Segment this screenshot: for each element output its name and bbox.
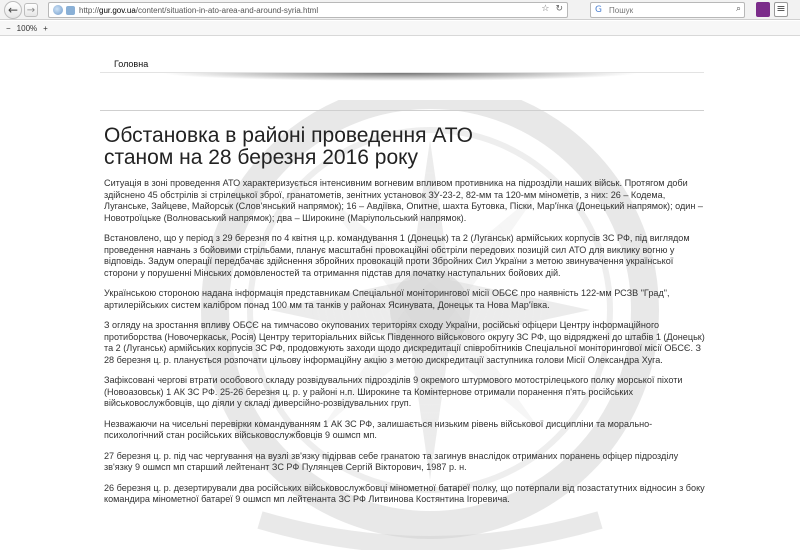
search-input[interactable]: Пошук — [609, 6, 633, 15]
article-paragraph: 27 березня ц. р. під час чергування на в… — [104, 450, 679, 473]
article-paragraph: З огляду на зростання впливу ОБСЄ на тим… — [104, 320, 705, 365]
article-paragraph: Українською стороною надана інформація п… — [104, 288, 670, 310]
article-body: Ситуація в зоні проведення АТО характери… — [104, 178, 706, 515]
reload-icon[interactable]: ↻ — [555, 4, 563, 14]
zoom-level: 100% — [16, 23, 38, 33]
back-arrow-icon: ← — [7, 2, 19, 17]
zoom-out-icon[interactable]: − — [6, 24, 11, 33]
title-line-2: станом на 28 березня 2016 року — [104, 146, 419, 169]
search-icon[interactable]: ⌕ — [736, 4, 741, 14]
menu-shadow — [160, 73, 640, 81]
globe-icon — [53, 5, 63, 15]
article-paragraph: Незважаючи на чисельні перевірки команду… — [104, 418, 653, 441]
forward-arrow-icon: → — [26, 4, 36, 16]
search-engine-icon[interactable]: G — [595, 5, 605, 15]
extension-icon[interactable] — [756, 2, 770, 17]
site-identity-icon[interactable] — [66, 5, 75, 15]
url-actions: ☆ ↻ — [541, 4, 563, 14]
menu-icon[interactable]: ≡ — [774, 2, 788, 17]
bookmark-star-icon[interactable]: ☆ — [541, 4, 549, 14]
search-box[interactable]: G Пошук ⌕ — [590, 2, 745, 18]
zoom-bar: − 100% + — [0, 21, 800, 36]
url-host: gur.gov.ua — [99, 5, 136, 15]
url-prefix: http:// — [79, 5, 100, 15]
article-paragraph: Встановлено, що у період з 29 березня по… — [104, 233, 690, 278]
url-path: /content/situation-in-ato-area-and-aroun… — [135, 5, 319, 15]
content-divider — [100, 110, 704, 111]
article-paragraph: Ситуація в зоні проведення АТО характери… — [104, 178, 703, 223]
back-button[interactable]: ← — [4, 0, 22, 19]
forward-button[interactable]: → — [24, 2, 38, 17]
zoom-in-icon[interactable]: + — [43, 24, 48, 33]
title-line-1: Обстановка в районі проведення АТО — [104, 124, 473, 147]
article-paragraph: Зафіксовані чергові втрати особового скл… — [104, 375, 683, 408]
page-title: Обстановка в районі проведення АТО стано… — [104, 125, 664, 169]
article-paragraph: 26 березня ц. р. дезертирували два росій… — [104, 482, 705, 505]
nav-home-link[interactable]: Головна — [114, 59, 148, 69]
address-bar[interactable]: http://gur.gov.ua/content/situation-in-a… — [48, 2, 568, 18]
